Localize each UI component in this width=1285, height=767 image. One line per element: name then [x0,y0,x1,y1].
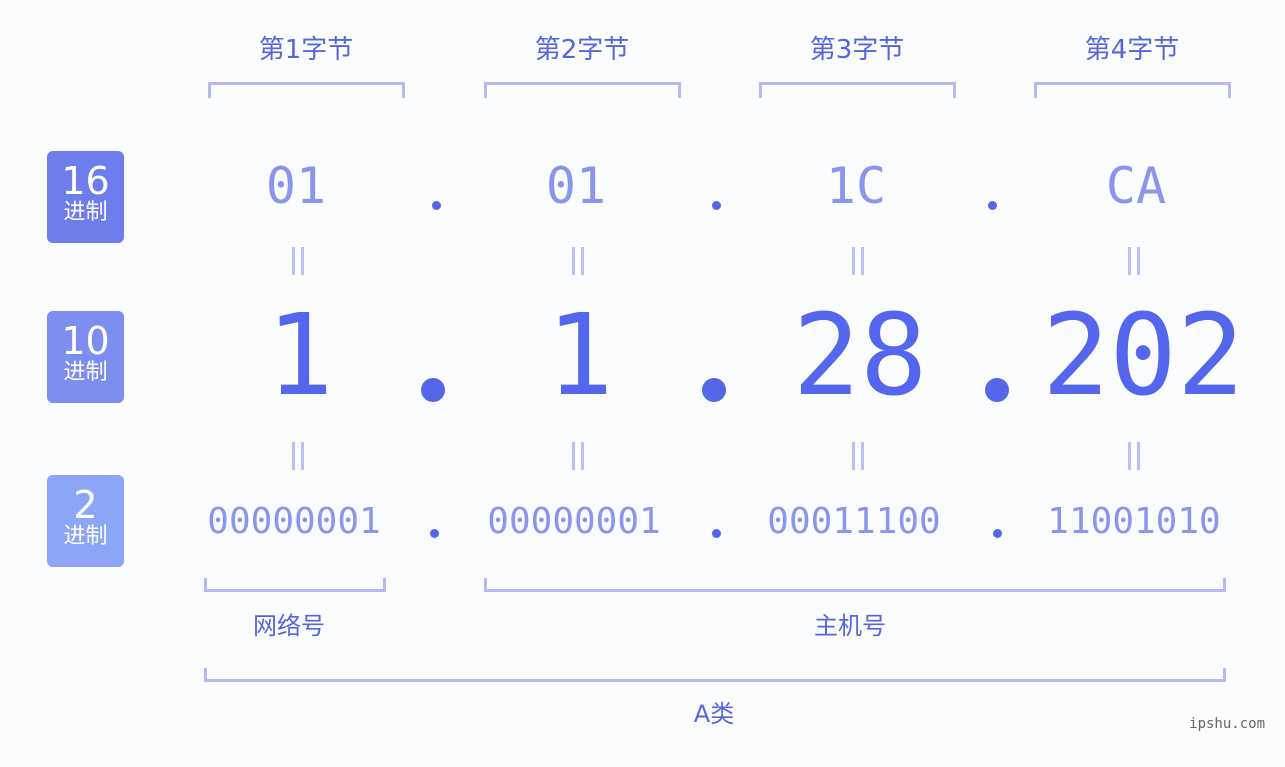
equals-icon [572,442,584,470]
hex-dot-1 [432,201,441,210]
hex-byte-3: 1C [825,157,887,215]
byte-4-bracket [1034,82,1231,98]
hex-byte-4: CA [1105,157,1167,215]
dec-dot-3 [985,378,1009,402]
host-label: 主机号 [814,612,886,640]
equals-icon [1128,247,1140,275]
network-label: 网络号 [253,612,325,640]
equals-icon [852,442,864,470]
dec-badge-label: 进制 [63,360,108,385]
dec-dot-1 [421,378,445,402]
hex-byte-1: 01 [265,157,327,215]
hex-byte-2: 01 [545,157,607,215]
byte-1-label: 第1字节 [258,35,354,65]
bin-dot-3 [993,529,1002,538]
byte-2-label: 第2字节 [534,35,630,65]
bin-dot-1 [430,529,439,538]
bin-badge-label: 进制 [63,524,108,549]
host-bracket [484,578,1226,592]
byte-3-label: 第3字节 [809,35,905,65]
bin-byte-2: 00000001 [487,501,661,542]
equals-icon [292,442,304,470]
dec-byte-3: 28 [792,291,928,421]
hex-badge-base: 16 [61,159,110,203]
dec-dot-2 [702,378,726,402]
hex-dot-2 [712,201,721,210]
dec-badge: 10 进制 [47,311,124,403]
byte-4-label: 第4字节 [1084,35,1180,65]
dec-byte-4: 202 [1042,291,1245,421]
bin-badge: 2 进制 [47,475,124,567]
network-bracket [204,578,386,592]
bin-byte-3: 00011100 [767,501,941,542]
watermark: ipshu.com [1189,716,1265,732]
equals-icon [1128,442,1140,470]
bin-byte-4: 11001010 [1047,501,1221,542]
byte-2-bracket [484,82,681,98]
dec-badge-base: 10 [61,319,110,363]
equals-icon [572,247,584,275]
hex-badge: 16 进制 [47,151,124,243]
equals-icon [852,247,864,275]
dec-byte-2: 1 [546,291,614,421]
equals-icon [292,247,304,275]
bin-byte-1: 00000001 [207,501,381,542]
class-bracket [204,668,1226,682]
hex-dot-3 [988,201,997,210]
dec-byte-1: 1 [266,291,334,421]
bin-badge-base: 2 [73,483,98,527]
byte-3-bracket [759,82,956,98]
hex-badge-label: 进制 [63,200,108,225]
byte-1-bracket [208,82,405,98]
bin-dot-2 [712,529,721,538]
class-label: A类 [693,700,735,728]
